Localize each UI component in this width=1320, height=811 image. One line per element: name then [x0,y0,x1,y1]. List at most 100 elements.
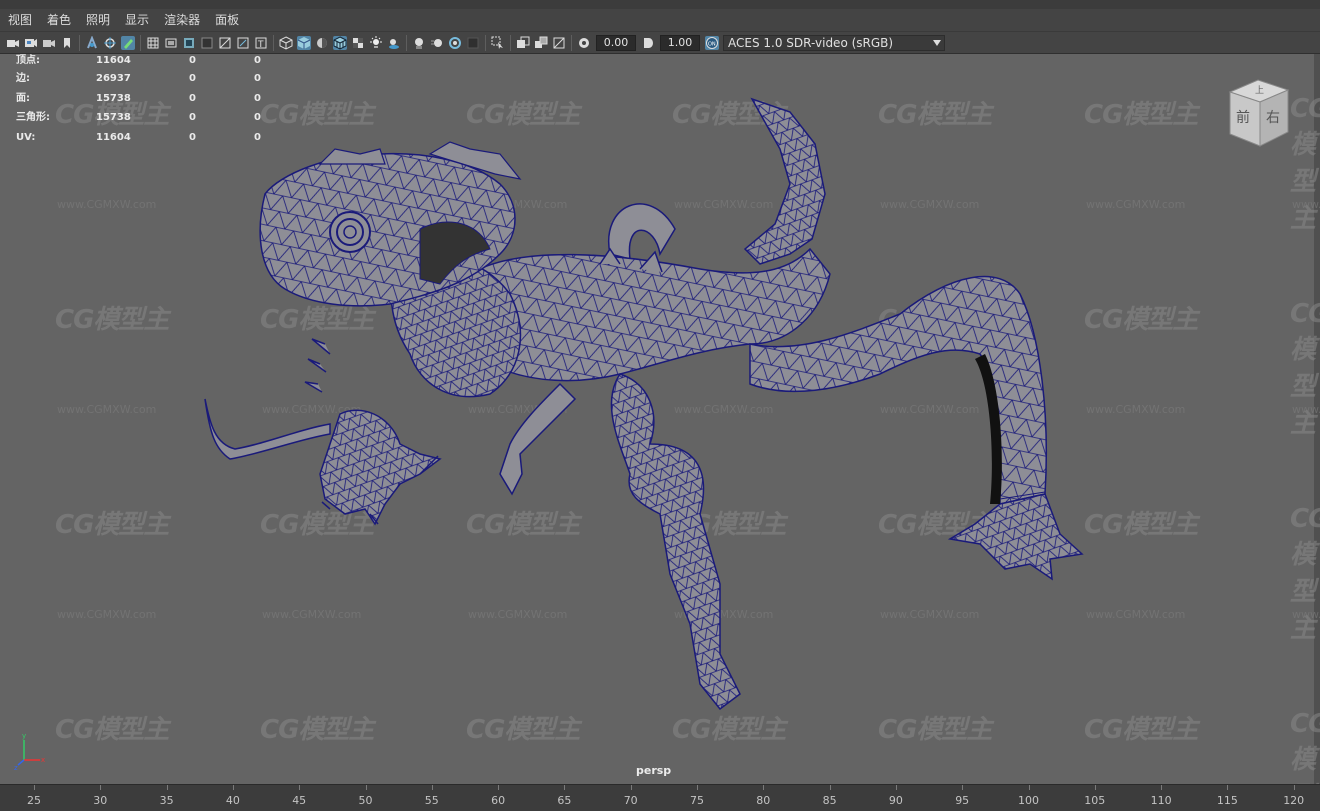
timeline-tick-label: 40 [225,794,240,807]
timeline-tick-label: 65 [557,794,572,807]
screen-space-ao-icon[interactable] [412,36,426,50]
hud-label: UV: [16,132,36,143]
isolate-select-icon[interactable] [491,36,505,50]
colorspace-dropdown[interactable]: ACES 1.0 SDR-video (sRGB) [723,34,945,51]
hud-value: 0 [189,73,196,84]
timeline-tick-label: 115 [1216,794,1238,807]
resolution-gate-icon[interactable] [182,36,196,50]
timeline-tick [564,785,566,790]
axis-z-label: z [14,764,18,772]
timeline-tick [498,785,500,790]
timeline-tick-label: 95 [955,794,970,807]
use-all-lights-icon[interactable] [369,35,383,50]
camera-name-label: persp [636,764,672,777]
shadows-icon[interactable] [387,36,401,50]
hud-label: 顶点: [16,55,40,66]
timeline-tick [763,785,765,790]
timeline-tick-label: 55 [424,794,439,807]
exposure-icon[interactable] [577,36,591,50]
hud-value: 26937 [96,73,131,84]
viewcube-right-label: 右 [1266,110,1280,126]
hud-value: 0 [189,55,196,66]
grid-icon[interactable] [146,36,160,50]
timeline-tick [299,785,301,790]
gate-mask-icon[interactable] [200,36,214,50]
textured-icon[interactable] [351,36,365,50]
gamma-icon[interactable] [641,36,655,50]
toolbar-separator [273,34,274,51]
view-cube[interactable]: 上 前 右 [1222,76,1296,150]
default-material-icon[interactable] [315,36,329,50]
bookmark2-icon[interactable] [60,36,74,50]
timeline-tick [1293,785,1295,790]
timeline-tick-label: 100 [1018,794,1039,807]
timeline-tick-label: 35 [159,794,174,807]
exposure-field[interactable]: 0.00 [596,34,636,51]
hud-label: 面: [16,93,30,104]
menu-panels[interactable]: 面板 [207,9,246,31]
toolbar-separator [485,34,486,51]
hud-label: 边: [16,73,30,84]
toolbar-separator [510,34,511,51]
timeline-ruler[interactable]: 25 30 35 40 45 50 55 60 65 70 75 80 85 90 95 100 105 110 1… [0,784,1320,811]
timeline-tick-label: 75 [690,794,704,807]
timeline-tick [232,785,234,790]
axis-x-label: x [41,756,45,764]
timeline-tick-label: 45 [292,794,307,807]
timeline-tick [630,785,632,790]
viewcube-front-label: 前 [1236,109,1250,126]
bookmark-icon[interactable] [42,36,56,50]
menu-lighting[interactable]: 照明 [78,9,117,31]
depth-of-field-icon[interactable] [466,36,480,50]
wireframe-icon[interactable] [279,35,293,50]
timeline-tick-label: 70 [623,794,638,807]
axis-gizmo: y x z [14,732,45,772]
wireframe-on-shaded-icon[interactable] [333,35,347,50]
timeline-tick-label: 120 [1283,794,1305,807]
colorspace-value: ACES 1.0 SDR-video (sRGB) [728,35,894,50]
grease-pencil-icon[interactable] [121,35,135,50]
multisample-icon[interactable] [448,36,462,50]
hud-value: 0 [254,112,261,123]
timeline-tick-label: 80 [756,794,771,807]
axis-y-label: y [22,732,26,740]
motion-blur-icon[interactable] [430,36,444,50]
xray-joints-icon[interactable] [534,36,548,50]
menu-shading[interactable]: 着色 [39,9,78,31]
hud-value: 0 [254,55,261,66]
camera-attrs-icon[interactable] [24,36,38,50]
smooth-shade-icon[interactable] [297,35,311,50]
backface-icon[interactable] [552,36,566,50]
chevron-down-icon [930,36,944,50]
timeline-tick [100,785,102,790]
hud-value: 11604 [96,132,131,143]
menu-view[interactable]: 视图 [0,9,39,31]
dragon-wireframe-model[interactable] [0,54,1320,784]
timeline-tick-label: 25 [27,794,41,807]
hud-value: 0 [189,112,196,123]
svg-text:T: T [257,40,264,49]
menu-show[interactable]: 显示 [117,9,156,31]
image-plane-icon[interactable] [85,35,99,50]
viewcube-top-label: 上 [1255,85,1264,96]
safe-action-icon[interactable] [236,36,250,50]
3d-viewport[interactable]: CG模型主www.CGMXW.comCG模型主www.CGMXW.comCG模型… [0,54,1320,784]
2d-pan-icon[interactable] [103,36,117,50]
toolbar-separator [406,34,407,51]
hud-value: 0 [254,93,261,104]
timeline-tick [829,785,831,790]
timeline-tick-label: 90 [888,794,903,807]
hud-value: 0 [189,93,196,104]
camera-icon[interactable] [6,36,20,50]
panel-toolbar: T 0.00 1.00 ON ACES 1.0 SDR-video (sRGB) [0,32,1320,54]
timeline-tick [1227,785,1229,790]
menu-renderer[interactable]: 渲染器 [156,9,207,31]
safe-title-icon[interactable]: T [254,36,268,50]
color-management-icon[interactable]: ON [705,35,719,50]
xray-icon[interactable] [516,36,530,50]
gamma-field[interactable]: 1.00 [660,34,700,51]
timeline-tick-label: 85 [822,794,837,807]
window-top-strip [0,0,1320,9]
field-chart-icon[interactable] [218,36,232,50]
film-gate-icon[interactable] [164,36,178,50]
